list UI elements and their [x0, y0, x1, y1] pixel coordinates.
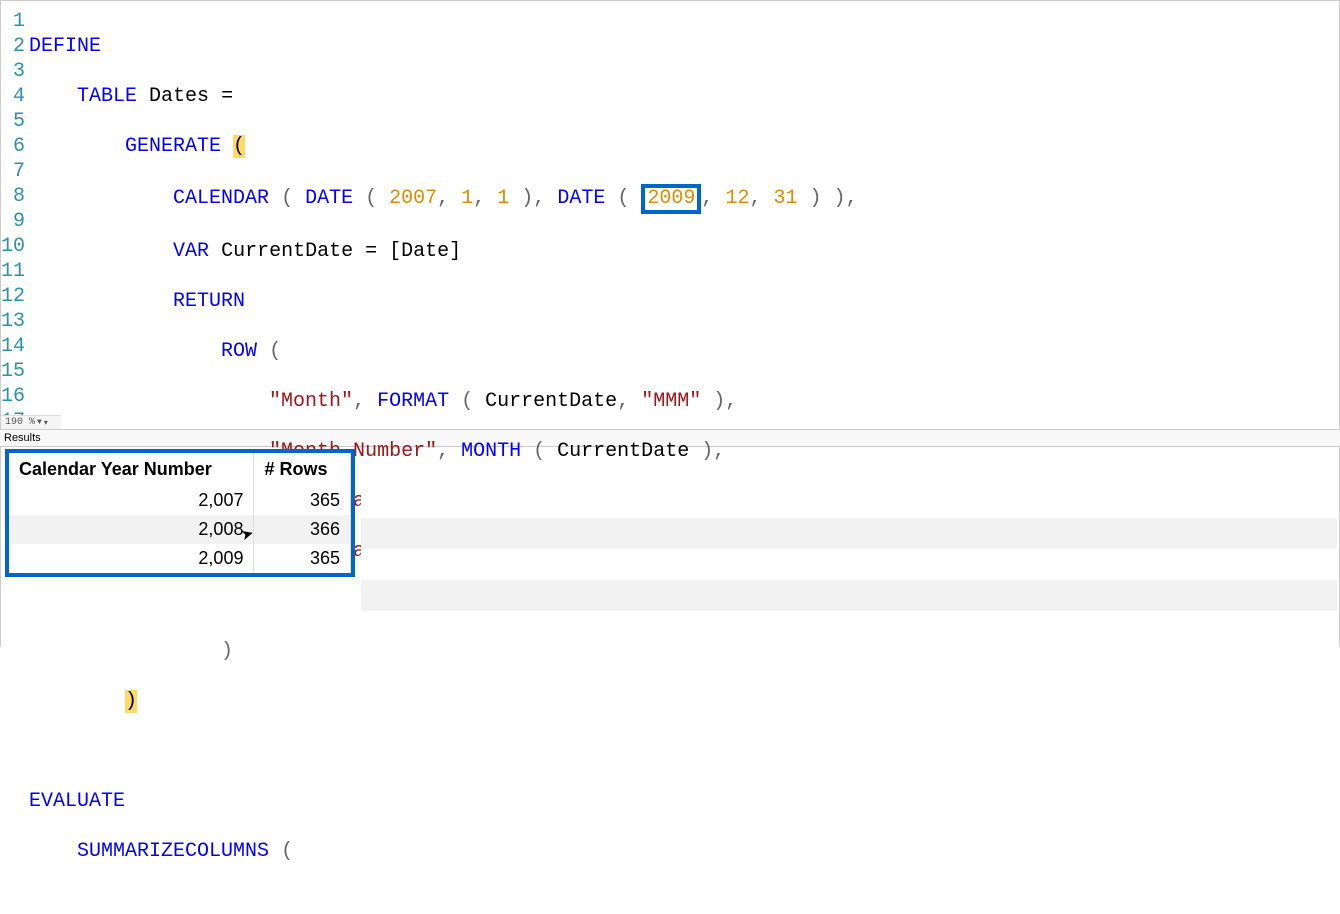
code-line[interactable]: CALENDAR ( DATE ( 2007, 1, 1 ), DATE ( 2…: [29, 184, 1339, 214]
paren-close-highlighted: ): [125, 690, 137, 713]
line-number: 16: [1, 384, 25, 409]
paren-open-highlighted: (: [233, 135, 245, 158]
line-number: 10: [1, 234, 25, 259]
paren: (: [461, 390, 473, 413]
results-panel: Calendar Year Number # Rows 2,007 365 2,…: [0, 447, 1340, 647]
table-row[interactable]: 2,008 366: [9, 515, 351, 544]
comma: ,: [701, 187, 713, 210]
line-number: 3: [1, 59, 25, 84]
table-row[interactable]: 2,007 365: [9, 486, 351, 515]
operator-eq: =: [221, 85, 233, 108]
keyword-define: DEFINE: [29, 35, 101, 58]
number-literal: 1: [497, 187, 509, 210]
column-ref: [Date]: [389, 240, 461, 263]
function-calendar: CALENDAR: [173, 187, 269, 210]
string-literal: "Month": [269, 390, 353, 413]
paren: (: [365, 187, 377, 210]
code-line[interactable]: VAR CurrentDate = [Date]: [29, 239, 1339, 264]
function-row: ROW: [221, 340, 257, 363]
function-date: DATE: [305, 187, 353, 210]
function-format: FORMAT: [377, 390, 449, 413]
comma: ,: [749, 187, 761, 210]
chevron-down-icon[interactable]: ▼: [37, 418, 42, 427]
line-number-gutter: 1 2 3 4 5 6 7 8 9 10 11 12 13 14 15 16 1…: [1, 1, 29, 429]
cell-year: 2,008: [9, 515, 254, 544]
comma: ,: [617, 390, 629, 413]
code-line[interactable]: DEFINE: [29, 34, 1339, 59]
code-line[interactable]: EVALUATE: [29, 789, 1339, 814]
number-literal: 2007: [389, 187, 437, 210]
code-line[interactable]: TABLE Dates =: [29, 84, 1339, 109]
comma: ,: [353, 390, 365, 413]
cell-count: 366: [254, 515, 351, 544]
code-editor[interactable]: 1 2 3 4 5 6 7 8 9 10 11 12 13 14 15 16 1…: [0, 0, 1340, 430]
paren: ): [713, 390, 725, 413]
line-number: 11: [1, 259, 25, 284]
table-name: Dates: [149, 85, 209, 108]
paren: (: [269, 340, 281, 363]
keyword-table: TABLE: [77, 85, 137, 108]
identifier: CurrentDate: [485, 390, 617, 413]
function-date: DATE: [557, 187, 605, 210]
comma: ,: [473, 187, 485, 210]
line-number: 8: [1, 184, 25, 209]
paren: (: [281, 840, 293, 863]
number-literal: 1: [461, 187, 473, 210]
paren: (: [281, 187, 293, 210]
variable-name: CurrentDate: [221, 240, 353, 263]
code-line[interactable]: GENERATE (: [29, 134, 1339, 159]
line-number: 6: [1, 134, 25, 159]
operator-eq: =: [365, 240, 377, 263]
results-table[interactable]: Calendar Year Number # Rows 2,007 365 2,…: [9, 453, 351, 573]
results-highlight-box: Calendar Year Number # Rows 2,007 365 2,…: [5, 449, 355, 577]
code-line[interactable]: ): [29, 689, 1339, 714]
comma: ,: [533, 187, 545, 210]
cell-year: 2,007: [9, 486, 254, 515]
line-number: 1: [1, 9, 25, 34]
function-summarizecolumns: SUMMARIZECOLUMNS: [77, 840, 269, 863]
line-number: 7: [1, 159, 25, 184]
line-number: 2: [1, 34, 25, 59]
table-header-row: Calendar Year Number # Rows: [9, 453, 351, 486]
keyword-return: RETURN: [173, 290, 245, 313]
code-line[interactable]: SUMMARIZECOLUMNS (: [29, 839, 1339, 864]
table-row[interactable]: 2,009 365: [9, 544, 351, 573]
zoom-level-value: 190 %: [5, 417, 35, 428]
code-line[interactable]: RETURN: [29, 289, 1339, 314]
string-literal: "MMM": [641, 390, 701, 413]
paren: ): [834, 187, 846, 210]
line-number: 5: [1, 109, 25, 134]
cell-year: 2,009: [9, 544, 254, 573]
column-header-rows[interactable]: # Rows: [254, 453, 351, 486]
paren: ): [521, 187, 533, 210]
line-number: 15: [1, 359, 25, 384]
line-number: 14: [1, 334, 25, 359]
code-content[interactable]: DEFINE TABLE Dates = GENERATE ( CALENDAR…: [29, 1, 1339, 429]
column-header-year[interactable]: Calendar Year Number: [9, 453, 254, 486]
paren: ): [810, 187, 822, 210]
comma: ,: [725, 390, 737, 413]
number-literal: 2009: [647, 187, 695, 210]
highlighted-year-box: 2009: [641, 184, 701, 214]
comma: ,: [846, 187, 858, 210]
code-line[interactable]: ROW (: [29, 339, 1339, 364]
results-background-stripes: [361, 487, 1337, 642]
function-generate: GENERATE: [125, 135, 221, 158]
line-number: 12: [1, 284, 25, 309]
cell-count: 365: [254, 486, 351, 515]
code-line[interactable]: "Month", FORMAT ( CurrentDate, "MMM" ),: [29, 389, 1339, 414]
keyword-evaluate: EVALUATE: [29, 790, 125, 813]
zoom-level-control[interactable]: 190 % ▼ ▾: [1, 415, 61, 429]
comma: ,: [437, 187, 449, 210]
chevron-down-icon[interactable]: ▾: [44, 418, 48, 428]
line-number: 9: [1, 209, 25, 234]
line-number: 13: [1, 309, 25, 334]
number-literal: 12: [725, 187, 749, 210]
code-line[interactable]: [29, 739, 1339, 764]
cell-count: 365: [254, 544, 351, 573]
line-number: 4: [1, 84, 25, 109]
number-literal: 31: [773, 187, 797, 210]
paren: (: [617, 187, 629, 210]
keyword-var: VAR: [173, 240, 209, 263]
